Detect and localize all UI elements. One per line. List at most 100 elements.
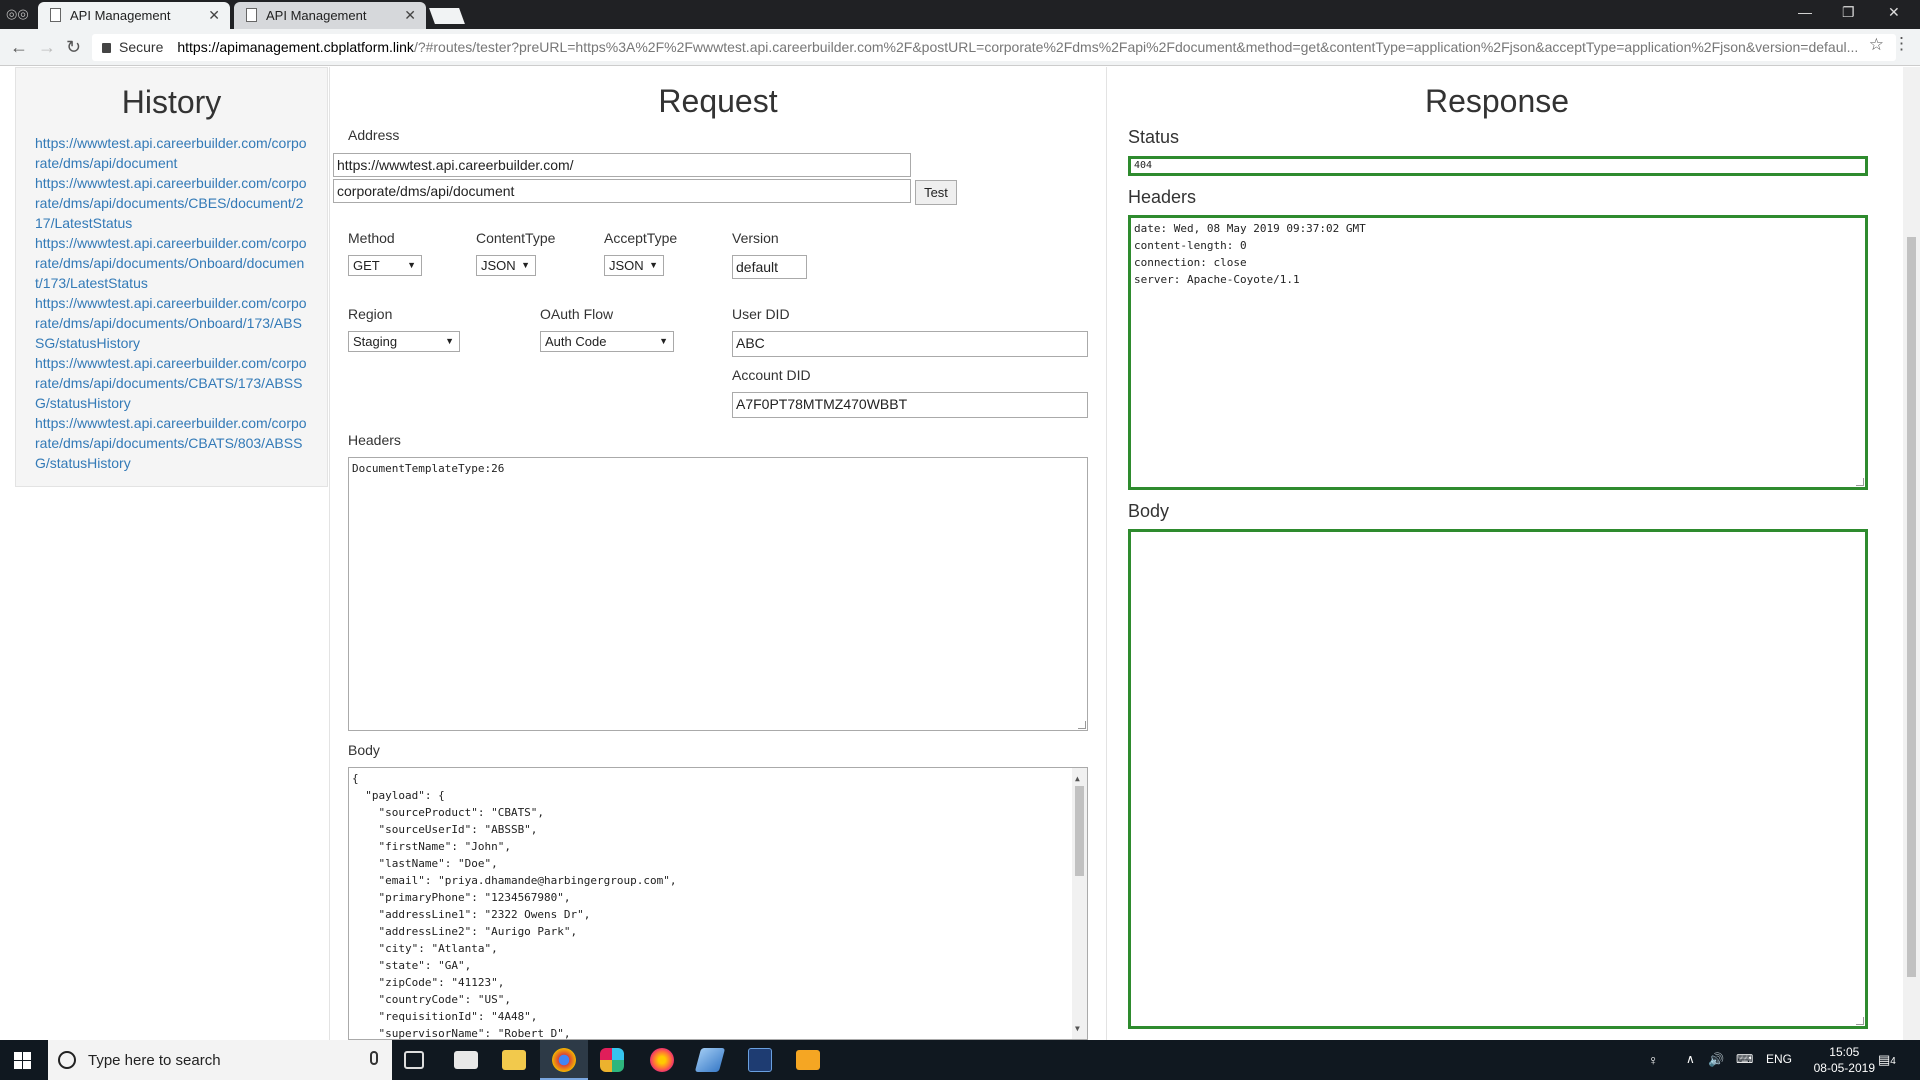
notification-count: 4 [1890,1056,1896,1067]
address-pre-url-input[interactable]: https://wwwtest.api.careerbuilder.com/ [333,153,911,177]
system-clock[interactable]: 15:05 08-05-2019 [1814,1044,1875,1076]
windows-start-icon[interactable] [14,1052,31,1069]
dropdown-arrow-icon: ▼ [649,260,658,270]
response-body-textarea[interactable] [1128,529,1868,1029]
history-link[interactable]: https://wwwtest.api.careerbuilder.com/co… [35,173,309,233]
request-headers-label: Headers [348,432,401,448]
slack-icon[interactable] [600,1048,624,1072]
incognito-icon: ◎◎ [6,6,29,21]
oauth-flow-select[interactable]: Auth Code ▼ [540,331,674,352]
page-scrollbar[interactable] [1903,67,1920,1040]
dropdown-arrow-icon: ▼ [521,260,530,270]
taskbar-search-box[interactable]: Type here to search [48,1040,392,1080]
dropdown-arrow-icon: ▼ [445,336,454,346]
file-explorer-icon[interactable] [502,1050,526,1070]
oauth-flow-value: Auth Code [545,334,607,349]
search-placeholder: Type here to search [88,1052,221,1069]
chrome-icon[interactable] [552,1048,576,1072]
browser-tab-2[interactable]: API Management ✕ [234,2,426,29]
clock-time: 15:05 [1829,1045,1860,1059]
resize-handle-icon[interactable] [1856,478,1864,486]
keyboard-icon[interactable]: ⌨ [1736,1052,1753,1066]
tab-title: API Management [70,8,171,23]
scroll-thumb[interactable] [1075,786,1084,876]
test-button[interactable]: Test [915,180,957,205]
method-select[interactable]: GET ▼ [348,255,422,276]
bookmark-star-icon[interactable]: ☆ [1869,35,1884,55]
user-did-label: User DID [732,306,790,322]
history-panel: History https://wwwtest.api.careerbuilde… [15,67,328,487]
close-tab-icon[interactable]: ✕ [404,7,416,24]
version-input[interactable]: default [732,255,807,279]
reload-icon[interactable]: ↻ [66,37,81,58]
address-label: Address [348,127,400,143]
response-headers-text: date: Wed, 08 May 2019 09:37:02 GMT cont… [1134,222,1366,286]
browser-menu-icon[interactable]: ⋮ [1893,34,1910,54]
body-scrollbar[interactable]: ▲ ▼ [1072,768,1087,1039]
page-scroll-thumb[interactable] [1907,237,1916,977]
status-label: Status [1128,127,1180,147]
account-did-label: Account DID [732,367,811,383]
scroll-up-icon[interactable]: ▲ [1075,770,1080,787]
browser-tab-1[interactable]: API Management ✕ [38,2,230,29]
mail-icon[interactable] [454,1051,478,1069]
notepad-icon[interactable] [694,1048,726,1072]
response-title: Response [1424,83,1570,119]
content-type-label: ContentType [476,230,556,246]
response-headers-textarea[interactable]: date: Wed, 08 May 2019 09:37:02 GMT cont… [1128,215,1868,490]
history-title: History [121,84,222,120]
history-link[interactable]: https://wwwtest.api.careerbuilder.com/co… [35,293,309,353]
dropdown-arrow-icon: ▼ [407,260,416,270]
request-body-textarea[interactable]: { "payload": { "sourceProduct": "CBATS",… [348,767,1088,1040]
firefox-icon[interactable] [650,1048,674,1072]
account-did-input[interactable]: A7F0PT78MTMZ470WBBT [732,392,1088,418]
response-panel: Response Status 404 Headers date: Wed, 0… [1108,67,1886,1040]
language-indicator[interactable]: ENG [1766,1052,1792,1066]
oauth-flow-label: OAuth Flow [540,306,614,322]
history-link[interactable]: https://wwwtest.api.careerbuilder.com/co… [35,233,309,293]
close-tab-icon[interactable]: ✕ [208,7,220,24]
history-link[interactable]: https://wwwtest.api.careerbuilder.com/co… [35,413,309,473]
show-hidden-icons-icon[interactable]: ∧ [1686,1052,1695,1066]
close-window-icon[interactable]: ✕ [1888,4,1900,21]
resize-handle-icon[interactable] [1078,721,1086,729]
response-body-label: Body [1128,501,1170,521]
cortana-icon [58,1051,76,1069]
scroll-down-icon[interactable]: ▼ [1075,1020,1080,1037]
volume-icon[interactable]: 🔊 [1708,1052,1724,1068]
accept-type-value: JSON [609,258,644,273]
address-post-url-input[interactable]: corporate/dms/api/document [333,179,911,203]
url-path: /?#routes/tester?preURL=https%3A%2F%2Fww… [413,39,1859,55]
accept-type-label: AcceptType [604,230,678,246]
task-view-icon[interactable] [404,1051,424,1069]
url-input[interactable]: Secure https://apimanagement.cbplatform.l… [92,34,1896,61]
status-field[interactable]: 404 [1128,156,1868,176]
content-type-select[interactable]: JSON ▼ [476,255,536,276]
visual-studio-icon[interactable] [748,1048,772,1072]
accept-type-select[interactable]: JSON ▼ [604,255,664,276]
new-tab-button[interactable] [429,8,465,24]
user-did-input[interactable]: ABC [732,331,1088,357]
forward-icon[interactable]: → [38,37,56,58]
request-headers-textarea[interactable]: DocumentTemplateType:26 [348,457,1088,731]
region-select[interactable]: Staging ▼ [348,331,460,352]
request-title: Request [658,83,778,119]
people-icon[interactable]: ♀ [1648,1052,1659,1068]
region-label: Region [348,306,393,322]
microphone-icon[interactable] [370,1051,378,1065]
restore-icon[interactable]: ❐ [1842,4,1855,21]
content-type-value: JSON [481,258,516,273]
version-label: Version [732,230,779,246]
address-bar: ← → ↻ Secure https://apimanagement.cbplat… [0,29,1920,66]
tab-title: API Management [266,8,367,23]
history-link[interactable]: https://wwwtest.api.careerbuilder.com/co… [35,353,309,413]
media-player-icon[interactable] [796,1050,820,1070]
back-icon[interactable]: ← [10,37,28,58]
notifications-icon[interactable]: ▤4 [1878,1052,1896,1068]
resize-handle-icon[interactable] [1856,1017,1864,1025]
history-link[interactable]: https://wwwtest.api.careerbuilder.com/co… [35,133,309,173]
url-host: https://apimanagement.cbplatform.link [177,39,414,55]
page-icon [246,8,257,22]
minimize-icon[interactable]: — [1798,4,1812,20]
secure-label: Secure [119,39,164,55]
